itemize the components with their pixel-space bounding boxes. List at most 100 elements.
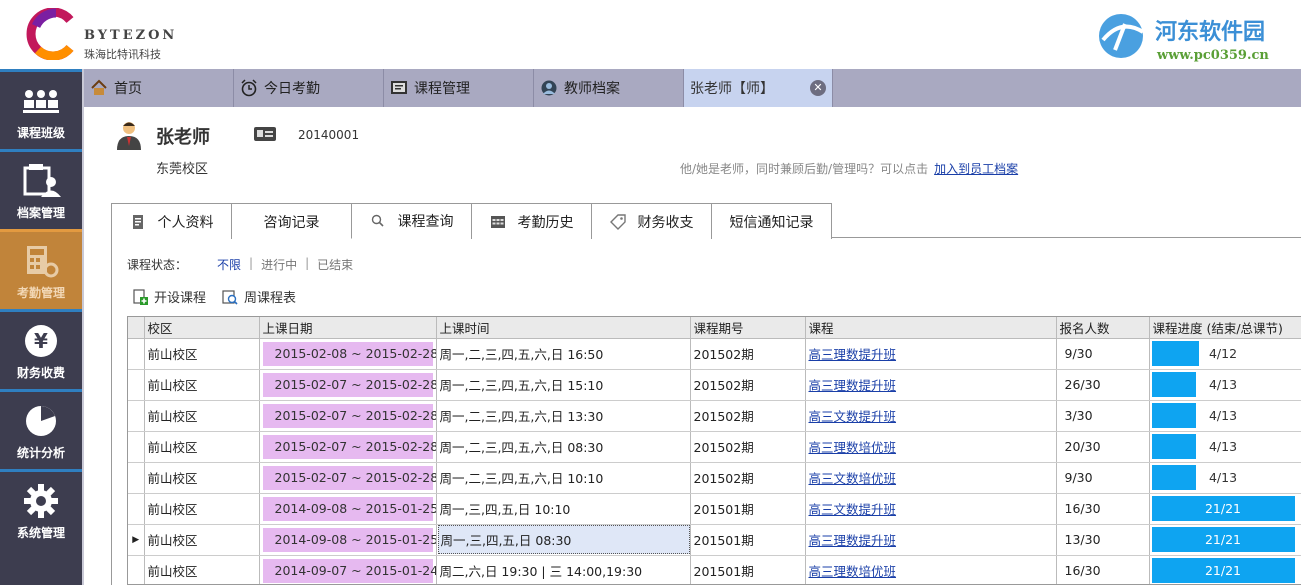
home-icon [91,79,107,95]
column-header[interactable]: 课程 [805,317,1057,339]
cell-course: 高三文数提升班 [805,493,1057,525]
sidebar-item-system[interactable]: 系统管理 [0,469,82,549]
cell-course: 高三理数培优班 [805,431,1057,463]
sidebar-item-label: 档案管理 [16,206,65,220]
class-time-value: 周一,二,三,四,五,六,日 10:10 [439,471,604,486]
tab-home[interactable]: 首页 [84,69,234,107]
subtab-course-query[interactable]: 课程查询 [351,203,472,239]
progress-text: 4/13 [1208,377,1238,392]
sidebar-item-label: 系统管理 [16,526,65,540]
document-icon [132,214,143,229]
cell-period: 201502期 [690,400,806,432]
cell-enrollment: 3/30 [1056,400,1150,432]
sidebar-item-statistics[interactable]: 统计分析 [0,389,82,469]
table-row[interactable]: 前山校区 2015-02-07 ~ 2015-02-28 周一,二,三,四,五,六,… [128,400,1301,432]
status-option-ended[interactable]: 已结束 [317,256,353,273]
cell-progress: 21/21 [1149,555,1301,584]
progress-text: 21/21 [1204,501,1242,516]
status-filter-label: 课程状态： [127,258,188,272]
course-link[interactable]: 高三文数提升班 [809,502,897,517]
date-range-value: 2014-09-08 ~ 2015-01-25 [262,527,435,552]
table-row[interactable]: ▶ 前山校区 2014-09-08 ~ 2015-01-25 周一,三,四,五,日 0… [128,524,1301,556]
brand-name: BYTEZON [84,28,178,43]
course-link[interactable]: 高三理数提升班 [809,347,897,362]
subtab-finance[interactable]: 财务收支 [591,203,712,239]
teacher-icon [541,80,557,96]
course-query-panel: 课程状态： 不限 | 进行中 | 已结束 开设课程 周课程表 校区 上课日期 上… [111,238,1301,585]
cell-class-time: 周一,三,四,五,日 10:10 [436,493,691,525]
table-row[interactable]: 前山校区 2015-02-08 ~ 2015-02-28 周一,二,三,四,五,六,… [128,338,1301,370]
cell-campus: 前山校区 [144,369,260,401]
table-row[interactable]: 前山校区 2014-09-08 ~ 2015-01-25 周一,三,四,五,日 10… [128,493,1301,525]
subtab-sms-records[interactable]: 短信通知记录 [711,203,832,239]
progress-bar: 4/13 [1151,465,1295,490]
subtab-label: 考勤历史 [517,214,574,231]
date-range-value: 2015-02-07 ~ 2015-02-28 [262,465,435,490]
cell-enrollment: 26/30 [1056,369,1150,401]
week-schedule-icon [222,289,238,305]
cell-date-range: 2015-02-07 ~ 2015-02-28 [259,462,437,494]
row-indicator [128,462,145,494]
column-header[interactable]: 校区 [144,317,260,339]
column-header[interactable]: 上课时间 [436,317,691,339]
column-header[interactable]: 上课日期 [259,317,437,339]
class-time-value: 周一,二,三,四,五,六,日 15:10 [439,378,604,393]
progress-text: 21/21 [1204,563,1242,578]
column-header[interactable]: 课程期号 [690,317,806,339]
course-icon [391,81,407,94]
cell-date-range: 2015-02-07 ~ 2015-02-28 [259,369,437,401]
cell-class-time: 周一,三,四,五,日 08:30 [436,524,691,556]
class-time-value: 周一,二,三,四,五,六,日 13:30 [439,409,604,424]
status-option-ongoing[interactable]: 进行中 [261,256,297,273]
sidebar-item-label: 统计分析 [16,446,65,460]
cell-progress: 4/13 [1149,369,1301,401]
course-link[interactable]: 高三理数培优班 [809,440,897,455]
course-table: 校区 上课日期 上课时间 课程期号 课程 报名人数 课程进度 (结束/总课节) … [127,316,1301,585]
sidebar-item-finance[interactable]: ¥ 财务收费 [0,309,82,389]
course-link[interactable]: 高三理数提升班 [809,378,897,393]
status-option-all[interactable]: 不限 [217,256,241,273]
date-range-value: 2015-02-07 ~ 2015-02-28 [262,372,435,397]
progress-bar: 4/13 [1151,372,1295,397]
sidebar-item-course-class[interactable]: 课程班级 [0,69,82,149]
cell-course: 高三理数提升班 [805,524,1057,556]
course-link[interactable]: 高三理数提升班 [809,533,897,548]
subtab-label: 个人资料 [157,214,214,231]
course-link[interactable]: 高三文数培优班 [809,471,897,486]
week-schedule-button[interactable]: 周课程表 [222,287,296,306]
course-link[interactable]: 高三文数提升班 [809,409,897,424]
class-time-value: 周二,六,日 19:30 | 三 14:00,19:30 [439,564,643,579]
open-course-label: 开设课程 [154,291,207,306]
tab-strip: 首页 今日考勤 课程管理 教师档案 张老师【师】 ✕ [84,69,1301,107]
cell-enrollment: 13/30 [1056,524,1150,556]
sidebar-item-label: 财务收费 [16,366,65,380]
sidebar-item-attendance[interactable]: 考勤管理 [0,229,82,309]
table-row[interactable]: 前山校区 2014-09-07 ~ 2015-01-24 周二,六,日 19:30 … [128,555,1301,584]
tab-label: 张老师【师】 [690,81,774,97]
sidebar-item-archive[interactable]: 档案管理 [0,149,82,229]
current-row-arrow-icon: ▶ [132,534,140,545]
subtab-consult-records[interactable]: 咨询记录 [231,203,352,239]
tab-course-management[interactable]: 课程管理 [384,69,534,107]
column-header[interactable]: 课程进度 (结束/总课节) [1149,317,1301,339]
tab-teacher-zhang[interactable]: 张老师【师】 ✕ [684,69,833,107]
tab-teacher-archive[interactable]: 教师档案 [534,69,684,107]
progress-text: 4/13 [1208,408,1238,423]
status-filter: 课程状态： 不限 | 进行中 | 已结束 [127,256,353,273]
close-icon[interactable]: ✕ [810,80,826,96]
table-row[interactable]: 前山校区 2015-02-07 ~ 2015-02-28 周一,二,三,四,五,六,… [128,462,1301,494]
class-time-value: 周一,三,四,五,日 10:10 [439,502,571,517]
subtab-personal-info[interactable]: 个人资料 [111,203,232,239]
cell-period: 201502期 [690,369,806,401]
cell-date-range: 2015-02-07 ~ 2015-02-28 [259,431,437,463]
cell-enrollment: 20/30 [1056,431,1150,463]
table-row[interactable]: 前山校区 2015-02-07 ~ 2015-02-28 周一,二,三,四,五,六,… [128,369,1301,401]
course-link[interactable]: 高三理数培优班 [809,564,897,579]
add-to-staff-link[interactable]: 加入到员工档案 [934,162,1018,176]
table-row[interactable]: 前山校区 2015-02-07 ~ 2015-02-28 周一,二,三,四,五,六,… [128,431,1301,463]
column-header[interactable]: 报名人数 [1056,317,1150,339]
open-course-button[interactable]: 开设课程 [132,287,206,306]
subtab-attendance-history[interactable]: 考勤历史 [471,203,592,239]
tab-today-attendance[interactable]: 今日考勤 [234,69,384,107]
progress-text: 21/21 [1204,532,1242,547]
